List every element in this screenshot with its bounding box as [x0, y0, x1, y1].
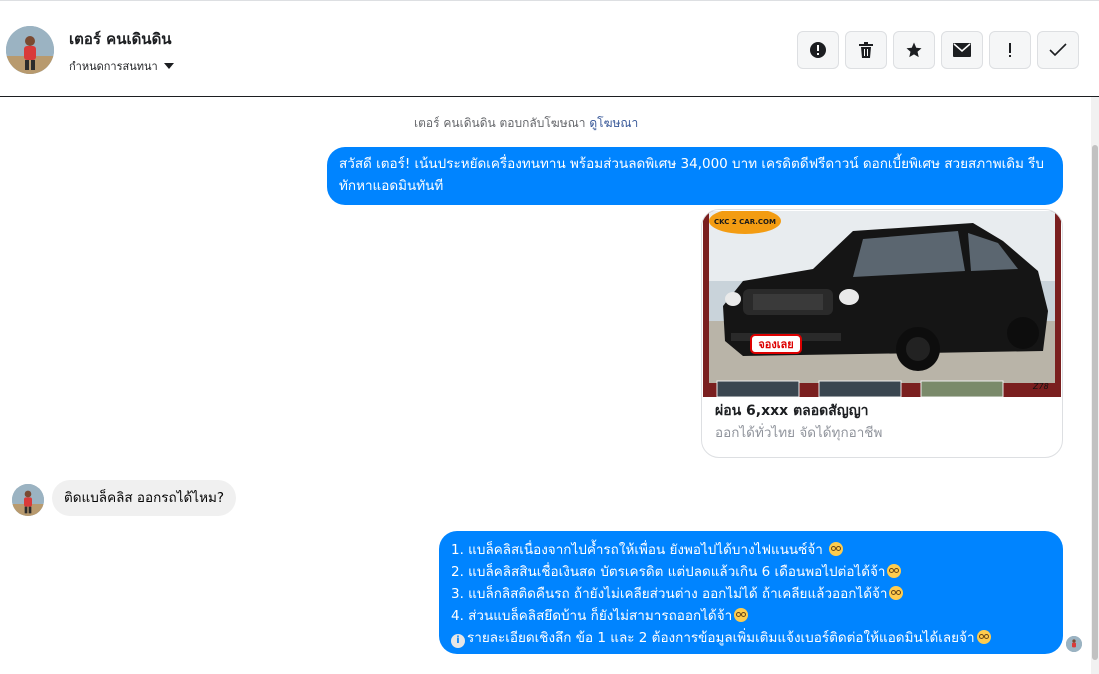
conversation-toolbar: [797, 31, 1079, 69]
mark-done-button[interactable]: [1037, 31, 1079, 69]
ad-reply-notice: เตอร์ คนเดินดิน ตอบกลับโฆษณา ดูโฆษณา: [414, 114, 638, 133]
important-icon: [1009, 43, 1011, 57]
conversation-header: เตอร์ คนเดินดิน กำหนดการสนทนา: [0, 0, 1099, 97]
emoji-icon: [887, 564, 902, 578]
ad-image-stamp: จองเลย: [758, 338, 793, 351]
emoji-icon: [889, 586, 904, 600]
conversation-settings-dropdown[interactable]: กำหนดการสนทนา: [69, 57, 174, 75]
ad-card-title: ผ่อน 6,xxx ตลอดสัญญา: [715, 403, 869, 419]
mail-icon: [953, 43, 971, 57]
seen-indicator-avatar: [1066, 636, 1082, 652]
view-ad-link[interactable]: ดูโฆษณา: [589, 116, 638, 130]
report-button[interactable]: [797, 31, 839, 69]
check-icon: [1049, 43, 1067, 57]
ad-card-image: CKC 2 CAR.COM จองเลย Z78: [703, 211, 1061, 397]
trash-icon: [859, 42, 873, 58]
conversation-settings-label: กำหนดการสนทนา: [69, 60, 158, 73]
report-icon: [810, 42, 826, 58]
list-item: 4. ส่วนแบล็คลิสยึดบ้าน ก็ยังไม่สามารถออก…: [451, 605, 1051, 627]
ad-image-code: Z78: [1032, 382, 1049, 391]
emoji-icon: [829, 542, 844, 556]
contact-name[interactable]: เตอร์ คนเดินดิน: [69, 27, 172, 51]
outgoing-message[interactable]: สวัสดี เตอร์! เน้นประหยัดเครื่องทนทาน พร…: [327, 147, 1063, 205]
important-button[interactable]: [989, 31, 1031, 69]
ad-image-banner: CKC 2 CAR.COM: [714, 218, 776, 226]
info-icon: i: [451, 634, 465, 648]
list-item: i รายละเอียดเชิงลึก ข้อ 1 และ 2 ต้องการข้…: [451, 627, 1051, 649]
emoji-icon: [976, 630, 991, 644]
list-item: 2. แบล็คลิสสินเชื่อเงินสด บัตรเครดิต แต่…: [451, 561, 1051, 583]
ad-reply-text: เตอร์ คนเดินดิน ตอบกลับโฆษณา: [414, 116, 586, 130]
ad-card[interactable]: CKC 2 CAR.COM จองเลย Z78 ผ่อน 6,xxx ตลอด…: [701, 209, 1063, 458]
incoming-message[interactable]: ติดแบล็คลิส ออกรถได้ไหม?: [52, 480, 237, 516]
outgoing-message-list[interactable]: 1. แบล็คลิสเนื่องจากไปค้ำรถให้เพื่อน ยัง…: [439, 531, 1063, 654]
list-item: 3. แบล็กลิสติดคืนรถ ถ้ายังไม่เคลียส่วนต่…: [451, 583, 1051, 605]
list-item: 1. แบล็คลิสเนื่องจากไปค้ำรถให้เพื่อน ยัง…: [451, 539, 1051, 561]
scrollbar-thumb[interactable]: [1092, 145, 1098, 660]
delete-button[interactable]: [845, 31, 887, 69]
star-button[interactable]: [893, 31, 935, 69]
contact-avatar[interactable]: [6, 26, 54, 74]
sender-avatar[interactable]: [12, 484, 44, 516]
mark-unread-button[interactable]: [941, 31, 983, 69]
star-icon: [906, 42, 922, 58]
ad-card-subtitle: ออกได้ทั่วไทย จัดได้ทุกอาชีพ: [715, 425, 883, 441]
emoji-icon: [734, 608, 749, 622]
chevron-down-icon: [163, 63, 174, 69]
